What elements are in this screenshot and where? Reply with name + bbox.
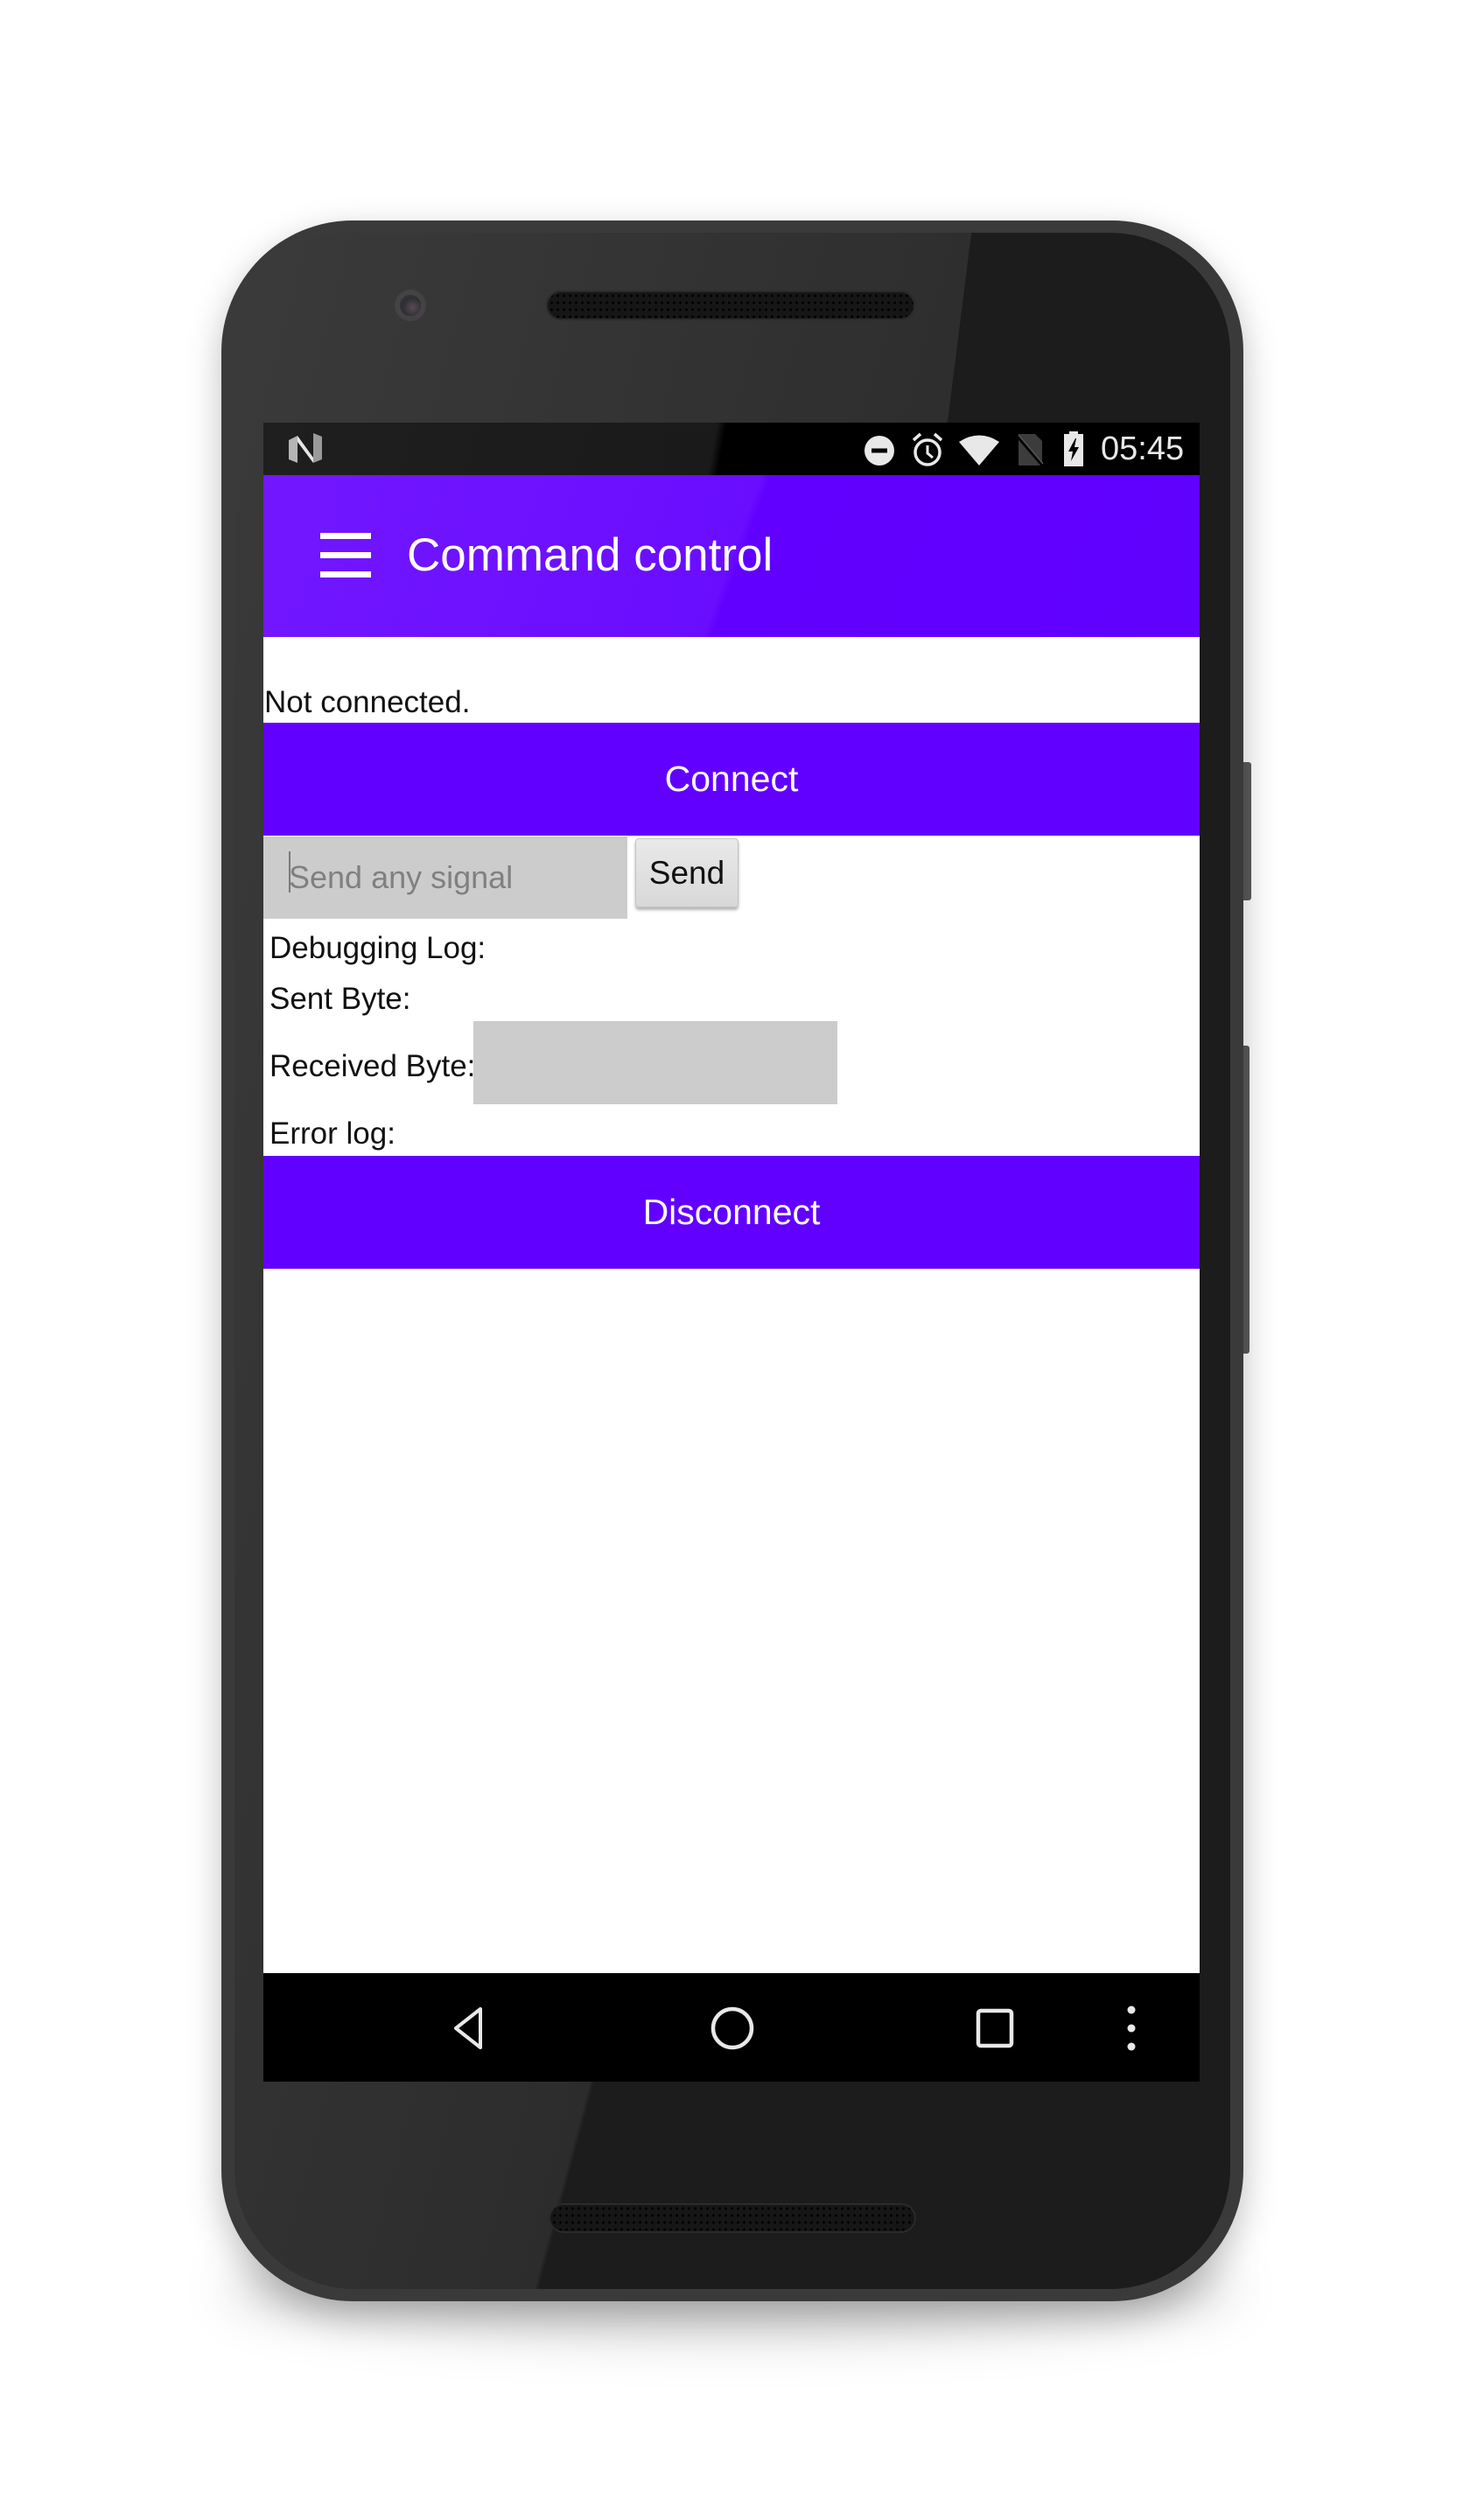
bottom-speaker-grille xyxy=(549,2203,916,2233)
no-sim-icon xyxy=(1016,434,1044,467)
connection-status-text: Not connected. xyxy=(264,685,471,719)
signal-input[interactable] xyxy=(263,836,627,919)
device-screen: 05:45 Command control Not connected. Con… xyxy=(263,423,1200,2082)
navigation-bar xyxy=(263,1973,1200,2082)
status-time: 05:45 xyxy=(1101,430,1185,467)
battery-charging-icon xyxy=(1064,431,1083,466)
overflow-menu-icon[interactable] xyxy=(1105,2004,1158,2053)
received-byte-field xyxy=(473,1021,837,1104)
received-byte-label: Received Byte: xyxy=(270,1049,476,1083)
app-title: Command control xyxy=(407,529,774,581)
alarm-clock-icon xyxy=(912,432,943,466)
send-button[interactable]: Send xyxy=(635,838,738,907)
error-log-label: Error log: xyxy=(270,1116,396,1151)
top-speaker-grille xyxy=(546,290,915,320)
disconnect-button[interactable]: Disconnect xyxy=(263,1156,1200,1269)
front-camera-icon xyxy=(400,295,421,316)
debugging-log-label: Debugging Log: xyxy=(270,931,486,965)
connect-button[interactable]: Connect xyxy=(263,723,1200,836)
do-not-disturb-icon xyxy=(864,436,894,466)
hamburger-menu-icon[interactable] xyxy=(320,533,371,578)
wifi-icon xyxy=(959,435,999,466)
android-n-logo-icon xyxy=(289,433,322,463)
home-icon[interactable] xyxy=(706,2004,759,2053)
app-bar: Command control xyxy=(263,475,1200,637)
sent-byte-label: Sent Byte: xyxy=(270,982,411,1016)
text-cursor xyxy=(289,851,290,892)
recents-icon[interactable] xyxy=(969,2004,1021,2053)
status-bar: 05:45 xyxy=(263,423,1200,475)
back-icon[interactable] xyxy=(442,2004,494,2053)
